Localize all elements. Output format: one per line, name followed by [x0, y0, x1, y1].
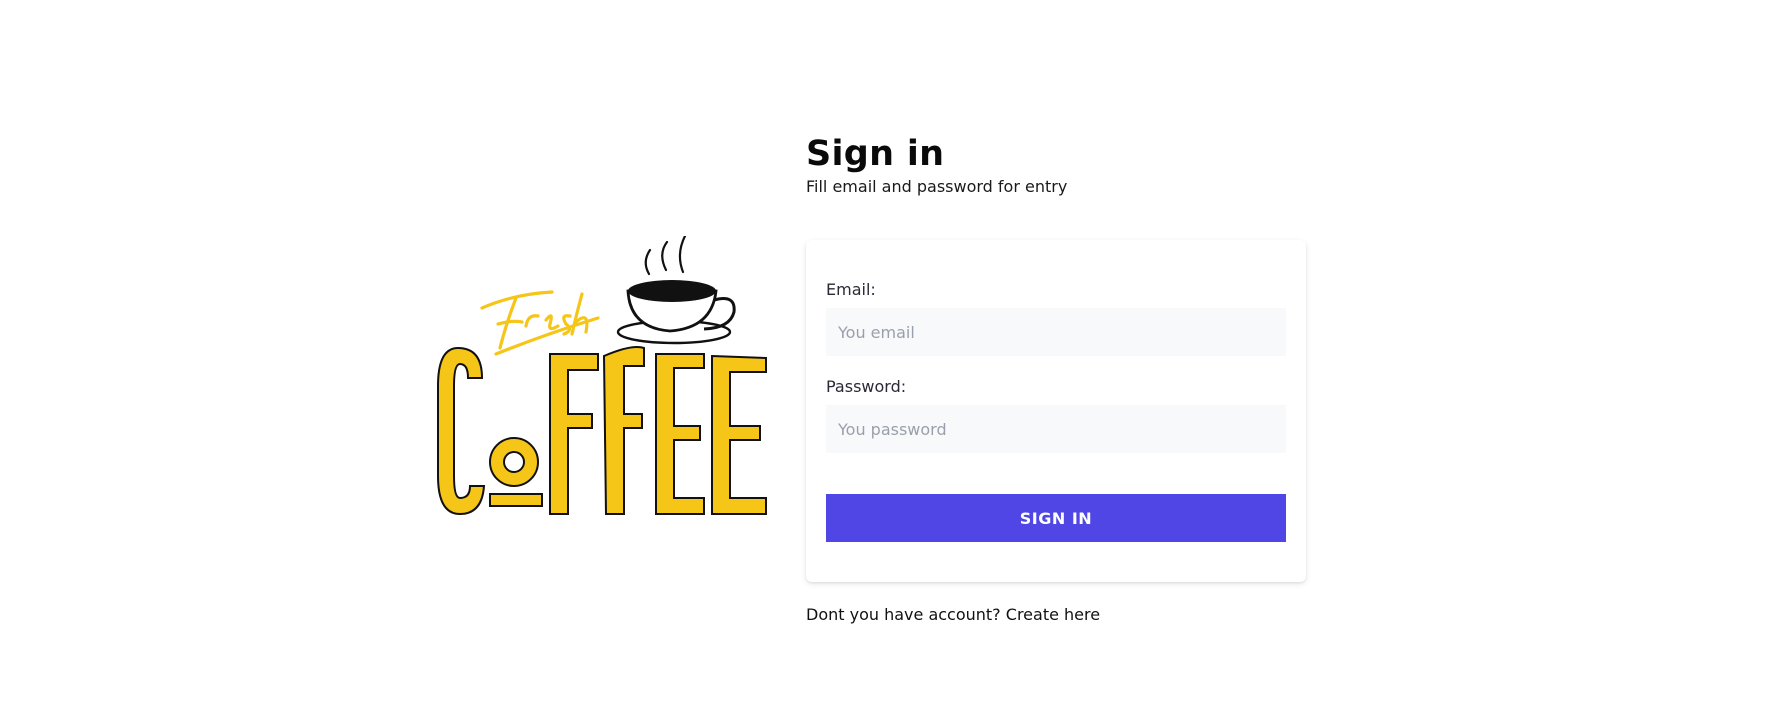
steam-icon [644, 236, 687, 276]
coffee-cup-icon [616, 280, 736, 345]
sign-in-button[interactable]: SIGN IN [826, 494, 1286, 542]
fresh-script-text [480, 290, 600, 356]
email-label: Email: [826, 280, 876, 299]
password-field[interactable] [826, 405, 1286, 453]
sign-in-page: Sign in Fill email and password for entr… [0, 0, 1779, 724]
signup-prompt-text: Dont you have account? [806, 605, 1001, 624]
sign-in-form: Email: Password: SIGN IN [806, 240, 1306, 582]
page-subtitle: Fill email and password for entry [806, 177, 1068, 196]
page-title: Sign in [806, 134, 945, 174]
coffee-block-text [437, 346, 767, 516]
auth-section: Sign in Fill email and password for entr… [806, 134, 1306, 624]
fresh-coffee-logo [436, 236, 770, 518]
email-field[interactable] [826, 308, 1286, 356]
signup-prompt: Dont you have account? Create here [806, 604, 1100, 626]
create-account-link[interactable]: Create here [1006, 605, 1100, 624]
password-label: Password: [826, 377, 907, 396]
